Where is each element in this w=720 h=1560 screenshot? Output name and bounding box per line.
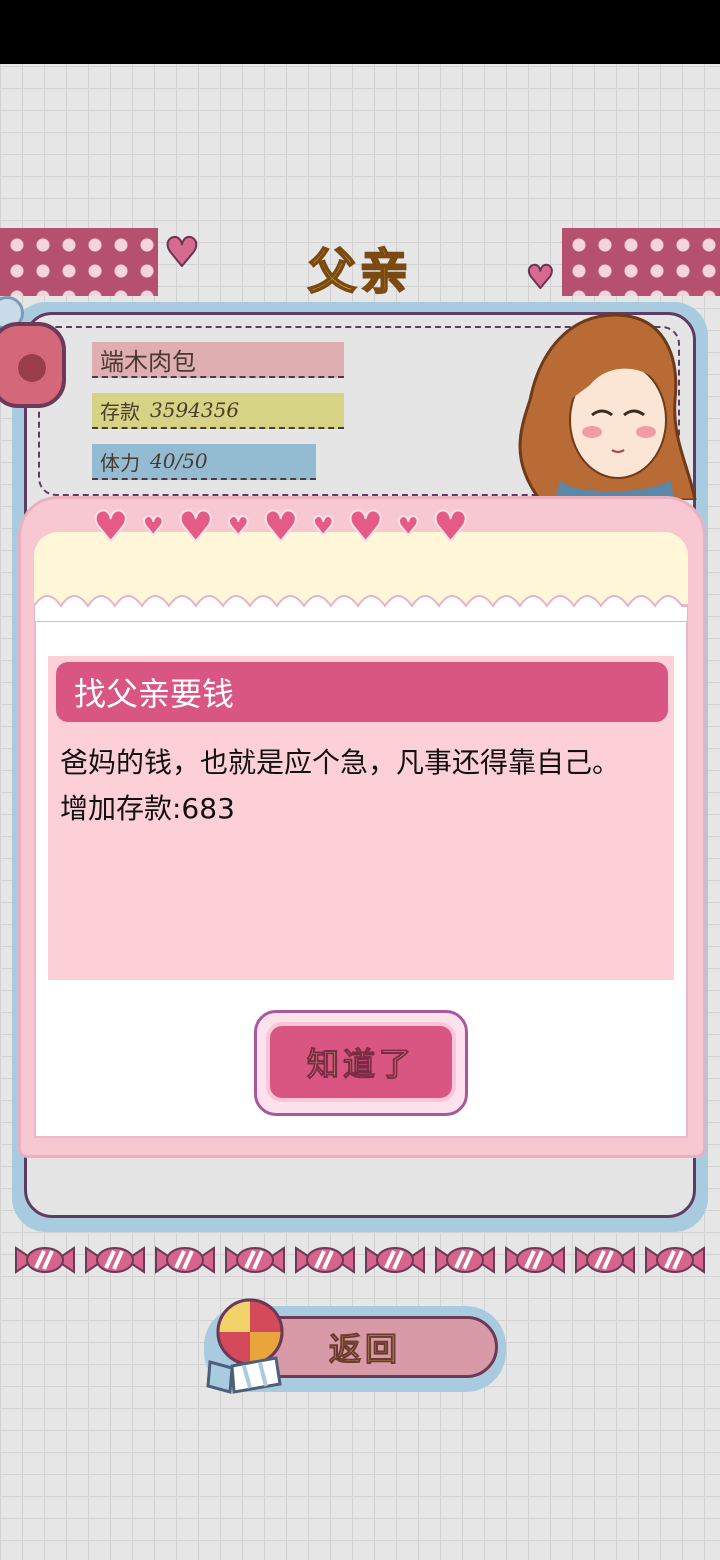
heart-icon: ♥: [396, 512, 421, 542]
heart-icon: ♥: [346, 502, 386, 551]
event-message: 爸妈的钱，也就是应个急，凡事还得靠自己。 增加存款:683: [60, 740, 666, 832]
heart-icon: ♥: [261, 502, 301, 551]
money-value: 3594356: [150, 398, 240, 422]
heart-icon: ♥: [311, 512, 336, 542]
candy-icon: [575, 1246, 635, 1274]
page-title: 父亲: [307, 243, 412, 301]
character-portrait: [518, 313, 697, 500]
candy-icon: [155, 1246, 215, 1274]
candy-icon: [645, 1246, 705, 1274]
event-title: 找父亲要钱: [56, 662, 668, 722]
lollipop-icon: [206, 1298, 284, 1394]
candy-icon: [225, 1246, 285, 1274]
heart-icon: ♥: [226, 512, 251, 542]
event-reward-line: 增加存款:683: [60, 792, 235, 825]
scallop-edge: [34, 595, 688, 622]
candy-icon: [85, 1246, 145, 1274]
heart-icon: ♥: [141, 512, 166, 542]
ok-button[interactable]: 知道了: [266, 1022, 456, 1102]
energy-stat: 体力 40/50: [92, 444, 316, 480]
energy-label: 体力: [100, 450, 140, 475]
heart-icon: ♥: [91, 502, 131, 551]
candy-decoration-row: [14, 1242, 706, 1278]
money-stat: 存款 3594356: [92, 393, 344, 429]
character-name: 端木肉包: [92, 342, 344, 378]
candy-icon: [435, 1246, 495, 1274]
candy-icon: [505, 1246, 565, 1274]
heart-icon: ♥: [431, 502, 471, 551]
event-message-line: 爸妈的钱，也就是应个急，凡事还得靠自己。: [60, 746, 621, 779]
side-tab-dot-icon: [18, 354, 46, 382]
energy-value: 40/50: [150, 449, 208, 473]
character-name-text: 端木肉包: [100, 347, 196, 376]
money-label: 存款: [100, 399, 140, 424]
status-bar: [0, 0, 720, 64]
candy-icon: [15, 1246, 75, 1274]
candy-icon: [295, 1246, 355, 1274]
heart-icon: ♥: [176, 502, 216, 551]
candy-icon: [365, 1246, 425, 1274]
hearts-decoration: ♥ ♥ ♥ ♥ ♥ ♥ ♥ ♥ ♥: [91, 502, 532, 552]
